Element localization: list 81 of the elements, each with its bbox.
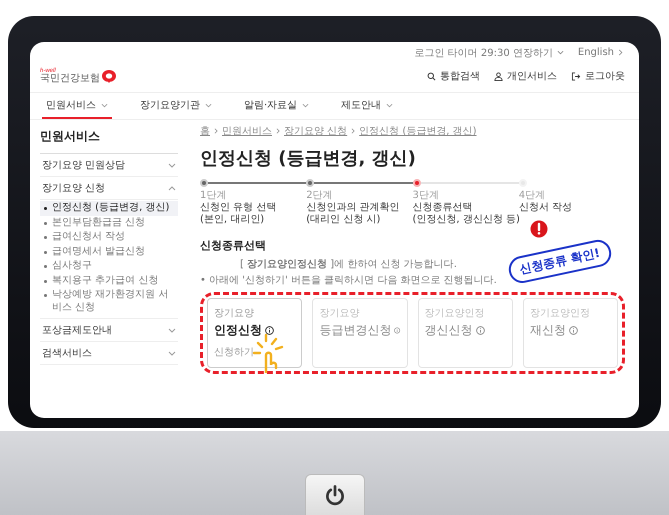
sidebar-item[interactable]: 급여명세서 발급신청 xyxy=(40,244,178,259)
nav-tab[interactable]: 민원서비스 xyxy=(42,93,112,119)
logo-icon xyxy=(101,68,117,84)
info-icon xyxy=(476,326,484,335)
step-number: 1단계 xyxy=(200,190,228,202)
language-link[interactable]: English xyxy=(578,47,614,58)
sidebar-group[interactable]: 장기요양 신청 xyxy=(40,177,178,200)
sidebar-item[interactable]: 급여신청서 작성 xyxy=(40,230,178,244)
bullet-dot xyxy=(44,294,47,297)
notice-text: • 아래에 '신청하기' 버튼을 클릭하시면 다음 화면으로 진행됩니다. xyxy=(200,274,497,287)
chevron-right-icon xyxy=(214,128,218,134)
step-note: (대리인 신청 시) xyxy=(306,214,382,226)
bullet-dot xyxy=(44,236,47,239)
step-number: 4단계 xyxy=(518,190,546,202)
sidebar-item[interactable]: 심사청구 xyxy=(40,259,178,274)
sidebar-group[interactable]: 검색서비스 xyxy=(40,342,178,365)
person-icon xyxy=(494,72,503,80)
chevron-right-icon xyxy=(276,128,280,134)
chevron-down-icon xyxy=(205,102,212,108)
step-label: 신청인 유형 선택 xyxy=(200,202,278,214)
breadcrumb-link[interactable]: 장기요양 신청 xyxy=(284,124,348,138)
sidebar-item[interactable]: 인정신청 (등급변경, 갱신) xyxy=(40,201,178,216)
step-label: 신청인과의 관계확인 xyxy=(306,202,400,214)
step-label: 신청서 작성 xyxy=(518,202,573,214)
header-action-button[interactable]: 개인서비스 xyxy=(494,69,557,83)
login-timer[interactable]: 로그인 타이머 29:30 연장하기 xyxy=(414,46,553,60)
sidebar-item[interactable]: 낙상예방 재가환경지원 서비스 신청 xyxy=(40,288,178,315)
bullet-dot xyxy=(44,280,47,282)
search-icon xyxy=(427,72,436,80)
sidebar-group[interactable]: 장기요양 민원상담 xyxy=(40,154,178,177)
bullet-dot xyxy=(44,207,47,210)
page-title: 인정신청 (등급변경, 갱신) xyxy=(200,147,417,170)
step-label: 신청종류선택 xyxy=(412,202,474,214)
header-action-button[interactable]: 로그아웃 xyxy=(571,69,625,83)
callout-stamp: 신청종류 확인! xyxy=(506,238,614,286)
bullet-dot xyxy=(44,250,47,254)
card-title: 갱신신청 xyxy=(424,322,472,339)
bullet-dot xyxy=(44,222,47,224)
step-number: 2단계 xyxy=(306,190,334,202)
info-icon xyxy=(265,326,274,335)
notice-text: [ 장기요양인정신청 ]에 한하여 신청 가능합니다. xyxy=(240,258,457,271)
card-title: 등급변경신청 xyxy=(319,322,392,339)
chevron-down-icon xyxy=(386,102,394,108)
sidebar-title: 민원서비스 xyxy=(40,120,178,154)
logo-name: 국민건강보험 xyxy=(40,74,100,84)
breadcrumb-link[interactable]: 인정신청 (등급변경, 갱신) xyxy=(359,124,477,138)
info-icon xyxy=(568,326,578,335)
chevron-down-icon xyxy=(168,350,176,356)
step-note: (인정신청, 갱신신청 등) xyxy=(412,214,519,226)
logout-icon xyxy=(571,72,581,80)
chevron-down-icon xyxy=(168,162,176,168)
sidebar-item[interactable]: 본인부담환급금 신청 xyxy=(40,216,178,230)
step-number: 3단계 xyxy=(412,190,440,202)
nav-tab[interactable]: 알림·자료실 xyxy=(240,93,314,119)
step-note: (본인, 대리인) xyxy=(200,214,266,226)
chevron-up-icon xyxy=(168,186,176,190)
header-action-button[interactable]: 통합검색 xyxy=(427,69,480,83)
info-icon xyxy=(394,326,400,335)
apply-link[interactable]: 신청하기 xyxy=(214,345,296,359)
nav-tab[interactable]: 장기요양기관 xyxy=(136,93,216,119)
chevron-right-icon xyxy=(618,49,623,56)
sidebar-item[interactable]: 복지용구 추가급여 신청 xyxy=(40,274,178,288)
card-category: 장기요양 xyxy=(319,307,360,320)
chevron-down-icon xyxy=(101,102,108,108)
card-category: 장기요양인정 xyxy=(424,307,486,320)
card-title: 인정신청 xyxy=(214,322,262,339)
breadcrumb-link[interactable]: 민원서비스 xyxy=(222,124,272,138)
card-category: 장기요양 xyxy=(214,307,255,320)
card-title: 재신청 xyxy=(530,322,566,339)
card-category: 장기요양인정 xyxy=(530,307,591,320)
breadcrumb-link[interactable]: 홈 xyxy=(200,124,210,138)
power-button[interactable] xyxy=(304,474,364,515)
chevron-down-icon xyxy=(302,102,310,108)
chevron-down-icon xyxy=(556,50,564,55)
sidebar-group[interactable]: 포상금제도안내 xyxy=(40,319,178,342)
chevron-right-icon xyxy=(351,128,356,134)
chevron-down-icon xyxy=(168,328,176,332)
exclamation-icon xyxy=(530,220,548,238)
section-title: 신청종류선택 xyxy=(200,238,267,253)
bullet-dot xyxy=(44,265,47,268)
nav-tab[interactable]: 제도안내 xyxy=(337,93,398,119)
